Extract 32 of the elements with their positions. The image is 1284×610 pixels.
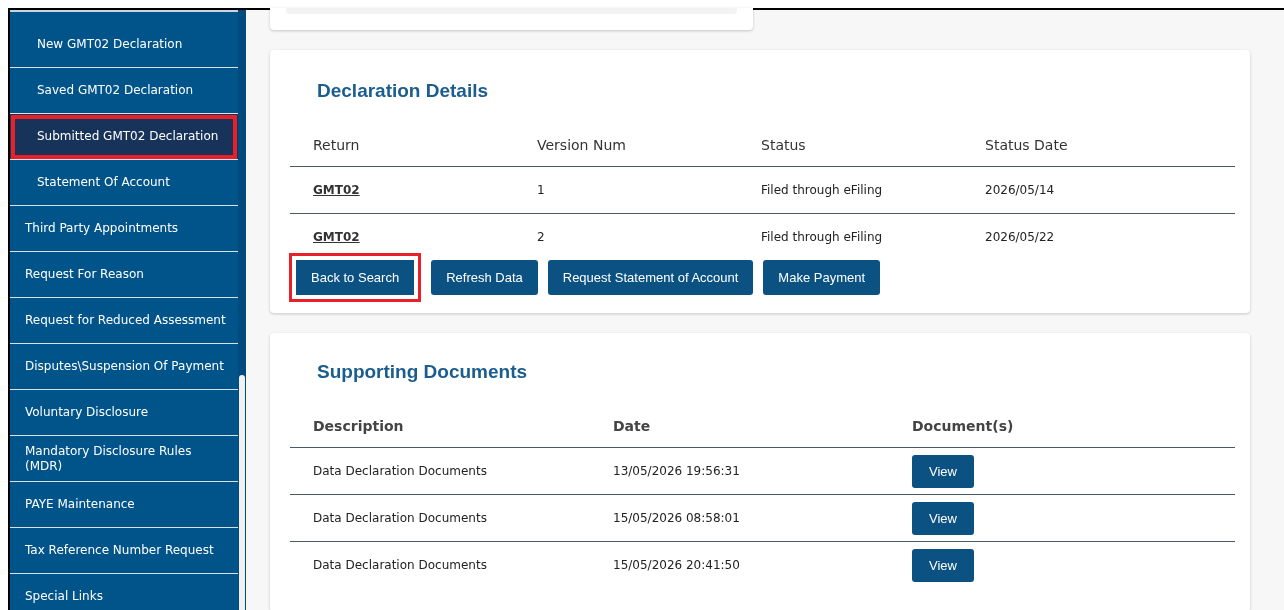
table-cell: 13/05/2026 19:56:31 <box>613 464 740 478</box>
column-header: Status <box>761 137 807 153</box>
view-button[interactable]: View <box>912 501 974 535</box>
return-link[interactable]: GMT02 <box>313 230 360 244</box>
table-cell: Data Declaration Documents <box>313 558 487 572</box>
column-header: Return <box>313 137 361 153</box>
action-button[interactable]: Back to Search <box>289 253 422 302</box>
table-cell: Data Declaration Documents <box>313 511 487 525</box>
column-header: Version Num <box>537 137 627 153</box>
column-header: Status Date <box>985 137 1069 153</box>
column-header: Date <box>613 418 652 434</box>
table-cell: 2 <box>537 230 545 244</box>
table-cell: 2026/05/14 <box>985 183 1055 197</box>
scrollbar-thumb[interactable] <box>239 375 245 610</box>
column-header: Description <box>313 418 405 434</box>
table-cell: 1 <box>537 183 545 197</box>
action-button[interactable]: Make Payment <box>763 260 881 295</box>
sidebar-item[interactable]: Submitted GMT02 Declaration <box>10 114 238 160</box>
table-cell: Filed through eFiling <box>761 183 883 197</box>
table-cell: 15/05/2026 20:41:50 <box>613 558 740 572</box>
table-cell: Filed through eFiling <box>761 230 883 244</box>
section-title: Declaration Details <box>317 80 490 102</box>
view-button[interactable]: View <box>912 548 974 582</box>
action-button[interactable]: Request Statement of Account <box>547 260 754 295</box>
column-header: Document(s) <box>912 418 1015 434</box>
table-cell: Data Declaration Documents <box>313 464 487 478</box>
table-cell: 15/05/2026 08:58:01 <box>613 511 740 525</box>
return-link[interactable]: GMT02 <box>313 183 360 197</box>
action-button[interactable]: Refresh Data <box>431 260 538 295</box>
view-button[interactable]: View <box>912 454 974 488</box>
section-title: Supporting Documents <box>317 361 529 383</box>
table-cell: 2026/05/22 <box>985 230 1055 244</box>
